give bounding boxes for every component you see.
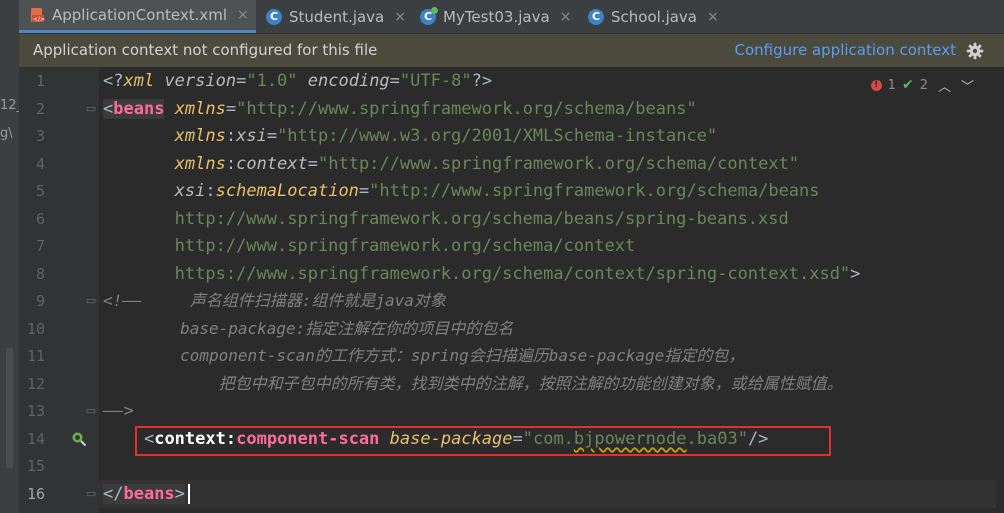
project-tree-fragment: 12_ [0, 98, 19, 113]
tab-school-java[interactable]: C School.java × [578, 0, 728, 33]
line-number: 14 [26, 430, 45, 448]
close-icon[interactable]: × [237, 7, 249, 23]
close-icon[interactable]: × [707, 9, 719, 25]
tab-label: Student.java [289, 7, 385, 26]
line-gutter: 1 2 3 4 5 6 7 8 9 10 11 12 13 14 15 16 ▭… [19, 67, 99, 513]
line-number: 15 [26, 457, 45, 475]
line-number: 6 [35, 210, 45, 228]
tab-applicationcontext-xml[interactable]: </> ApplicationContext.xml × [19, 0, 256, 33]
close-icon[interactable]: × [560, 9, 572, 25]
java-class-icon: C [588, 8, 604, 25]
code-line-16: </beans> [99, 480, 1004, 508]
svg-text:</>: </> [33, 16, 45, 23]
code-line-4: xmlns:context="http://www.springframewor… [174, 154, 800, 174]
code-line-2: <beans xmlns="http://www.springframework… [103, 99, 697, 119]
line-number: 12 [26, 375, 45, 393]
code-line-6: http://www.springframework.org/schema/be… [174, 209, 789, 229]
fold-marker-icon[interactable]: ▭ [85, 487, 97, 501]
line-number: 7 [35, 237, 45, 255]
project-tree-fragment: g\ [0, 126, 13, 141]
code-line-8: https://www.springframework.org/schema/c… [174, 264, 861, 284]
fold-marker-icon[interactable]: ▭ [85, 102, 97, 116]
tab-label: ApplicationContext.xml [52, 6, 227, 24]
tab-student-java[interactable]: C Student.java × [256, 0, 406, 33]
spring-bean-gutter-icon[interactable] [71, 431, 87, 447]
line-number: 9 [35, 292, 45, 310]
line-number: 2 [35, 100, 45, 118]
tab-mytest03-java[interactable]: C MyTest03.java × [410, 0, 578, 33]
line-number: 8 [35, 265, 45, 283]
chevron-down-icon[interactable]: ﹀ [961, 76, 974, 95]
line-number: 4 [35, 155, 45, 173]
code-editor[interactable]: ! 1 ✔ 2 ︿ ﹀ <?xml version="1.0" encoding… [99, 67, 1004, 513]
ide-window: 12_ g\ </> ApplicationContext.xml × C St… [0, 0, 1004, 513]
fold-marker-icon[interactable]: ▭ [85, 294, 97, 308]
notification-message: Application context not configured for t… [33, 41, 378, 59]
line-number: 5 [35, 182, 45, 200]
error-count: 1 [887, 77, 896, 93]
project-panel-edge: 12_ g\ [0, 0, 20, 513]
code-line-9: <!—— 声名组件扫描器:组件就是java对象 [103, 291, 446, 310]
configure-context-link[interactable]: Configure application context [734, 34, 956, 67]
code-line-13: ——> [103, 401, 134, 421]
line-number: 13 [26, 402, 45, 420]
line-number: 1 [35, 72, 45, 90]
fold-marker-icon[interactable]: ▭ [85, 404, 97, 418]
chevron-up-icon[interactable]: ︿ [938, 76, 951, 95]
xml-file-icon: </> [29, 7, 45, 23]
error-icon: ! [870, 79, 882, 91]
line-number: 10 [26, 320, 45, 338]
code-line-5: xsi:schemaLocation="http://www.springfra… [174, 181, 820, 201]
code-line-1: <?xml version="1.0" encoding="UTF-8"?> [103, 71, 493, 91]
code-line-7: http://www.springframework.org/schema/co… [174, 236, 636, 256]
code-line-11: component-scan的工作方式：spring会扫描遍历base-pack… [103, 346, 745, 365]
editor-scrollbar[interactable] [996, 67, 1004, 513]
context-notification-bar: Application context not configured for t… [19, 34, 1004, 68]
java-class-run-icon: C [420, 6, 438, 25]
java-class-icon: C [266, 8, 282, 25]
editor-tab-bar: </> ApplicationContext.xml × C Student.j… [19, 0, 1004, 34]
tab-label: MyTest03.java [443, 7, 550, 26]
text-caret [188, 484, 190, 504]
code-line-3: xmlns:xsi="http://www.w3.org/2001/XMLSch… [174, 126, 718, 146]
code-line-12: 把包中和子包中的所有类，找到类中的注解，按照注解的功能创建对象，或给属性赋值。 [103, 374, 843, 393]
close-icon[interactable]: × [394, 9, 406, 25]
tab-label: School.java [611, 7, 697, 26]
check-icon: ✔ [901, 77, 914, 93]
highlight-box [135, 426, 831, 456]
inspection-widget[interactable]: ! 1 ✔ 2 ︿ ﹀ [870, 76, 974, 95]
gear-icon[interactable] [966, 42, 984, 60]
warning-count: 2 [919, 77, 928, 93]
panel-scrollbar[interactable] [6, 348, 13, 468]
line-number: 3 [35, 127, 45, 145]
line-number: 11 [26, 347, 45, 365]
code-line-10: base-package:指定注解在你的项目中的包名 [103, 319, 514, 338]
line-number: 16 [26, 485, 45, 503]
